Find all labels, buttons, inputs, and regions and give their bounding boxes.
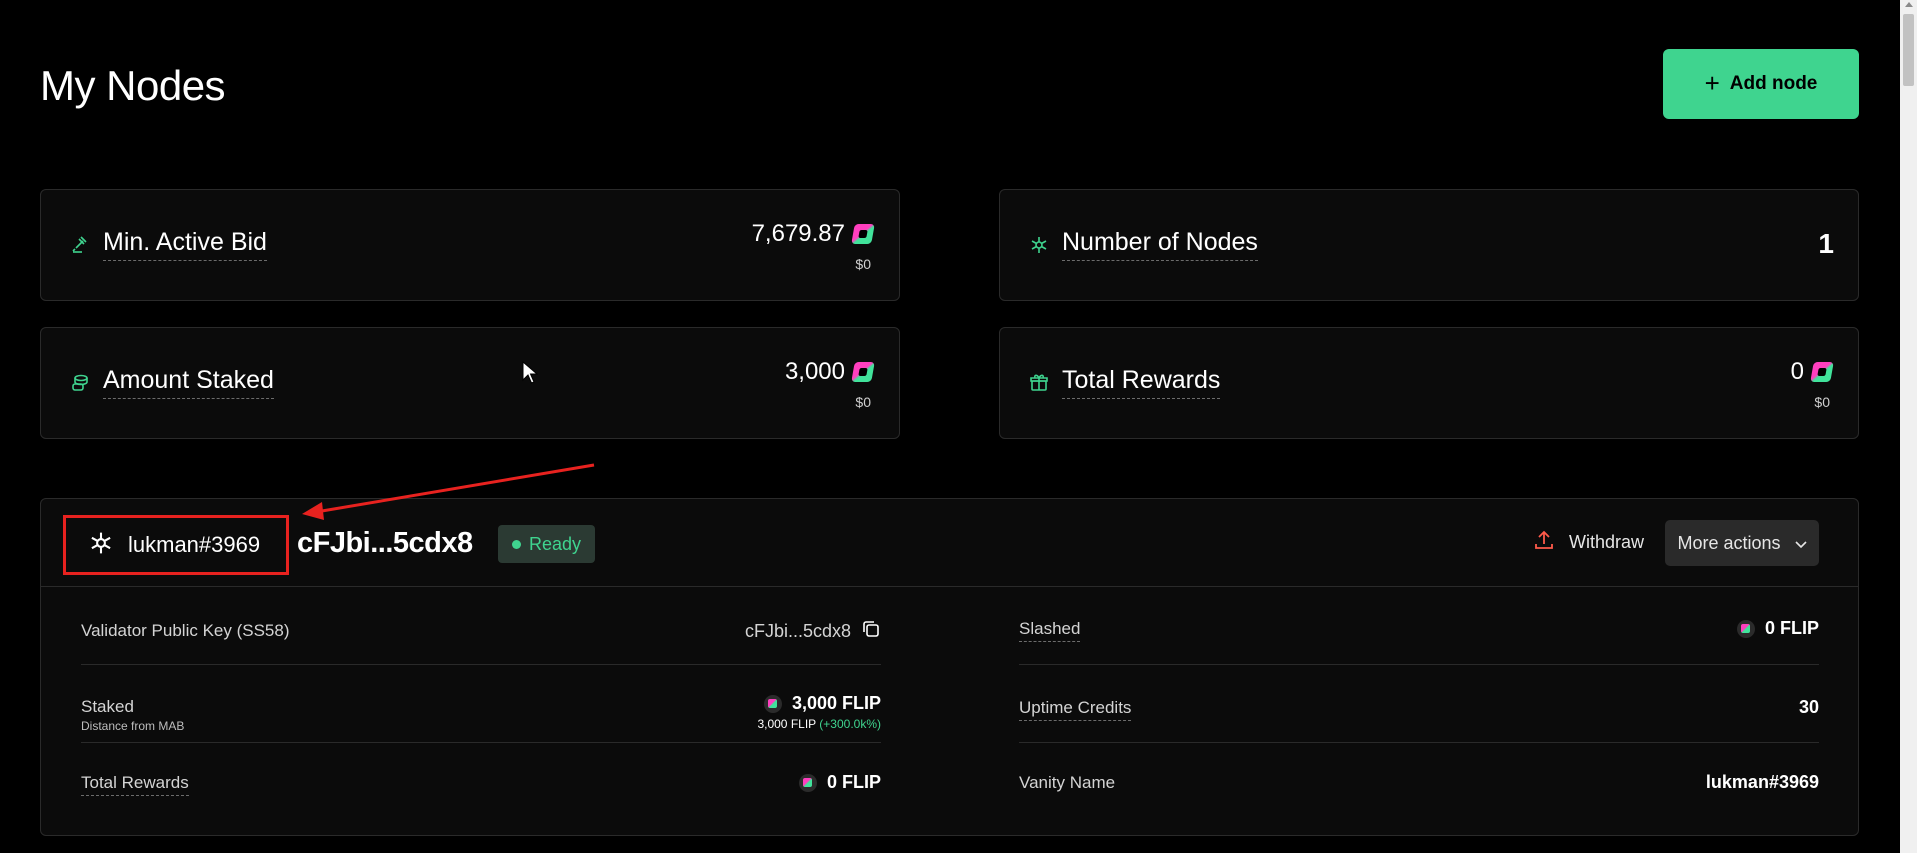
detail-row-vanity-name: Vanity Name lukman#3969: [1019, 743, 1819, 821]
amount-staked-value: 3,000: [784, 358, 845, 385]
total-rewards-card: Total Rewards 0 $0: [999, 327, 1859, 439]
total-rewards-usd: $0: [1814, 394, 1830, 410]
add-node-label: Add node: [1729, 73, 1818, 94]
staked-subvalue: 3,000 FLIP: [757, 717, 816, 731]
uptime-credits-label[interactable]: Uptime Credits: [1019, 698, 1132, 721]
detail-row-public-key: Validator Public Key (SS58) cFJbi...5cdx…: [81, 587, 881, 665]
withdraw-button[interactable]: Withdraw: [1533, 529, 1644, 556]
node-total-rewards-value-wrap: 0 FLIP: [798, 772, 881, 793]
node-vanity-id[interactable]: lukman#3969: [63, 515, 289, 575]
gift-icon: [1028, 372, 1050, 394]
scrollbar[interactable]: [1900, 0, 1917, 853]
uptime-credits-value: 30: [1798, 697, 1819, 717]
node-address: cFJbi...5cdx8: [297, 527, 473, 559]
flip-token-icon: [1810, 362, 1834, 382]
min-active-bid-label[interactable]: Min. Active Bid: [103, 228, 267, 261]
total-rewards-value: 0: [1790, 358, 1804, 385]
network-icon: [1028, 234, 1050, 256]
slashed-value: 0 FLIP: [1764, 618, 1819, 638]
detail-row-total-rewards: Total Rewards 0 FLIP: [81, 743, 881, 821]
flip-token-icon: [798, 773, 817, 792]
node-vanity-id-text: lukman#3969: [128, 532, 261, 557]
min-active-bid-value: 7,679.87: [751, 220, 845, 247]
public-key-label: Validator Public Key (SS58): [81, 621, 290, 640]
detail-row-uptime-credits: Uptime Credits 30: [1019, 665, 1819, 743]
scroll-up-icon[interactable]: [1905, 2, 1913, 7]
more-actions-label: More actions: [1677, 532, 1781, 553]
amount-staked-usd: $0: [855, 394, 871, 410]
plus-icon: +: [1704, 68, 1720, 98]
more-actions-button[interactable]: More actions: [1665, 520, 1819, 566]
number-of-nodes-card: Number of Nodes 1: [999, 189, 1859, 301]
total-rewards-label[interactable]: Total Rewards: [1062, 366, 1221, 399]
flip-token-icon: [763, 694, 782, 713]
min-active-bid-usd: $0: [855, 256, 871, 272]
min-active-bid-card: Min. Active Bid 7,679.87 $0: [40, 189, 900, 301]
status-text: Ready: [529, 533, 582, 554]
chevron-down-icon: [1794, 533, 1807, 554]
vanity-name-value: lukman#3969: [1705, 772, 1819, 792]
status-badge: Ready: [498, 525, 596, 563]
coins-icon: [69, 372, 91, 394]
slashed-value-wrap: 0 FLIP: [1736, 618, 1819, 639]
staked-subvalue-pct: (+300.0k%): [819, 717, 881, 731]
staked-subvalue-wrap: 3,000 FLIP (+300.0k%): [757, 717, 881, 731]
scrollbar-thumb[interactable]: [1903, 14, 1914, 86]
staked-value-wrap: 3,000 FLIP: [763, 693, 881, 714]
page-title: My Nodes: [40, 62, 226, 109]
public-key-value-wrap: cFJbi...5cdx8: [745, 619, 881, 644]
staked-label: Staked: [81, 697, 134, 716]
network-icon: [88, 530, 114, 561]
flip-token-icon: [1736, 619, 1755, 638]
flip-token-icon: [851, 224, 875, 244]
gavel-icon: [69, 234, 91, 256]
amount-staked-label[interactable]: Amount Staked: [103, 366, 274, 399]
detail-row-slashed: Slashed 0 FLIP: [1019, 587, 1819, 665]
withdraw-label: Withdraw: [1569, 532, 1645, 552]
node-total-rewards-value: 0 FLIP: [826, 772, 881, 792]
vanity-name-label: Vanity Name: [1019, 773, 1116, 792]
node-total-rewards-label[interactable]: Total Rewards: [81, 773, 189, 796]
status-dot: [512, 539, 521, 549]
staked-value: 3,000 FLIP: [791, 693, 881, 713]
copy-icon[interactable]: [861, 619, 881, 644]
upload-icon: [1533, 529, 1555, 556]
add-node-button[interactable]: + Add node: [1663, 49, 1859, 119]
public-key-value: cFJbi...5cdx8: [744, 621, 851, 641]
mouse-cursor-icon: [522, 361, 538, 384]
flip-token-icon: [851, 362, 875, 382]
node-panel: lukman#3969 cFJbi...5cdx8 Ready Withdraw…: [40, 498, 1859, 836]
slashed-label[interactable]: Slashed: [1019, 619, 1081, 642]
amount-staked-card: Amount Staked 3,000 $0: [40, 327, 900, 439]
page-header: My Nodes + Add node: [40, 48, 1859, 120]
staked-sublabel: Distance from MAB: [81, 719, 185, 733]
detail-row-staked: Staked Distance from MAB 3,000 FLIP 3,00…: [81, 665, 881, 743]
node-header: lukman#3969 cFJbi...5cdx8 Ready Withdraw…: [41, 499, 1858, 587]
number-of-nodes-label[interactable]: Number of Nodes: [1062, 228, 1258, 261]
number-of-nodes-value: 1: [1818, 228, 1834, 259]
